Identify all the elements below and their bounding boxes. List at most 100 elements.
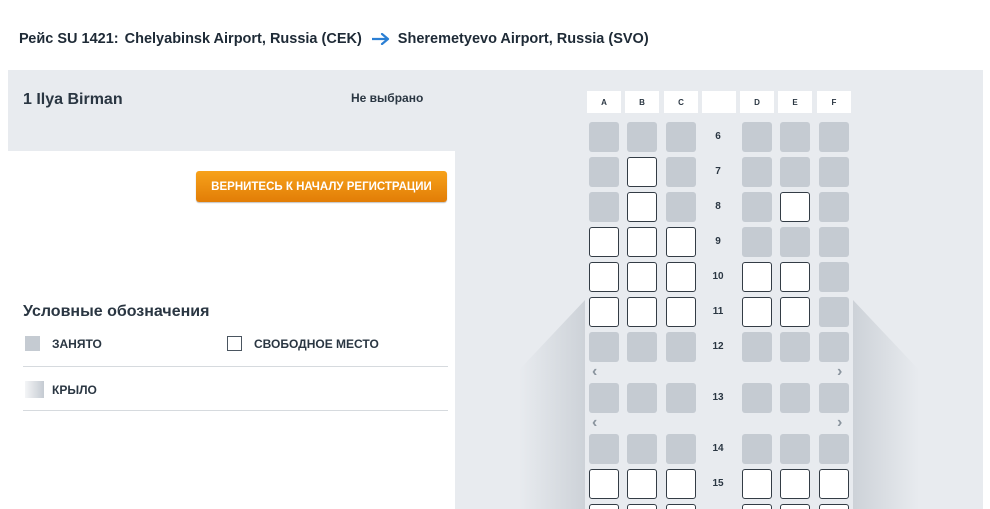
column-header-d: D	[740, 91, 774, 113]
column-header-c: C	[664, 91, 698, 113]
seat-11f	[819, 297, 849, 327]
seat-16b[interactable]	[627, 504, 657, 509]
seat-15d[interactable]	[742, 469, 772, 499]
seat-16d[interactable]	[742, 504, 772, 509]
seat-8e[interactable]	[780, 192, 810, 222]
seat-15f[interactable]	[819, 469, 849, 499]
row-number: 6	[715, 131, 721, 142]
passenger-card[interactable]	[8, 70, 455, 151]
seat-12e	[780, 332, 810, 362]
legend-title: Условные обозначения	[23, 303, 210, 320]
legend-occupied: ЗАНЯТО	[25, 336, 102, 351]
row-number: 9	[715, 236, 721, 247]
seat-13b	[627, 383, 657, 413]
flight-header: Рейс SU 1421: Chelyabinsk Airport, Russi…	[19, 29, 649, 49]
legend-divider	[23, 410, 448, 411]
seat-9c[interactable]	[666, 227, 696, 257]
seat-12f	[819, 332, 849, 362]
arrow-right-icon	[371, 33, 390, 45]
seat-16e[interactable]	[780, 504, 810, 509]
legend-free-label: СВОБОДНОЕ МЕСТО	[254, 336, 379, 351]
column-header-f: F	[817, 91, 851, 113]
wing-swatch-icon	[25, 381, 44, 398]
seat-7d	[742, 157, 772, 187]
seat-16c[interactable]	[666, 504, 696, 509]
seat-7a	[589, 157, 619, 187]
row-number: 13	[712, 392, 724, 403]
seat-11e[interactable]	[780, 297, 810, 327]
seat-13f	[819, 383, 849, 413]
seat-10f	[819, 262, 849, 292]
seat-7f	[819, 157, 849, 187]
seat-9d	[742, 227, 772, 257]
seat-15e[interactable]	[780, 469, 810, 499]
column-header-b: B	[625, 91, 659, 113]
seat-12b	[627, 332, 657, 362]
legend-wing: КРЫЛО	[25, 381, 97, 398]
seat-13a	[589, 383, 619, 413]
seat-10d[interactable]	[742, 262, 772, 292]
seat-10e[interactable]	[780, 262, 810, 292]
right-wing	[853, 300, 919, 509]
seat-8a	[589, 192, 619, 222]
seat-7b[interactable]	[627, 157, 657, 187]
exit-right-icon: ›	[837, 363, 843, 380]
flight-origin: Chelyabinsk Airport, Russia (CEK)	[124, 31, 362, 47]
seat-13d	[742, 383, 772, 413]
left-wing	[519, 300, 585, 509]
left-panel	[8, 151, 455, 509]
seat-6f	[819, 122, 849, 152]
seat-11b[interactable]	[627, 297, 657, 327]
seat-10c[interactable]	[666, 262, 696, 292]
seat-7e	[780, 157, 810, 187]
seat-14a	[589, 434, 619, 464]
occupied-swatch-icon	[25, 336, 40, 351]
seat-12d	[742, 332, 772, 362]
row-number: 7	[715, 166, 721, 177]
column-header-a: A	[587, 91, 621, 113]
seat-12c	[666, 332, 696, 362]
seat-10a[interactable]	[589, 262, 619, 292]
seat-13c	[666, 383, 696, 413]
seat-status: Не выбрано	[351, 91, 424, 105]
seat-14d	[742, 434, 772, 464]
row-number: 14	[712, 443, 724, 454]
exit-right-icon: ›	[837, 414, 843, 431]
seat-16a[interactable]	[589, 504, 619, 509]
return-to-checkin-button[interactable]: ВЕРНИТЕСЬ К НАЧАЛУ РЕГИСТРАЦИИ	[196, 171, 447, 202]
seat-15c[interactable]	[666, 469, 696, 499]
seat-6a	[589, 122, 619, 152]
row-number: 11	[712, 306, 724, 317]
seat-10b[interactable]	[627, 262, 657, 292]
seat-9f	[819, 227, 849, 257]
seat-6d	[742, 122, 772, 152]
row-number: 15	[712, 478, 724, 489]
row-number: 10	[712, 271, 724, 282]
seat-15b[interactable]	[627, 469, 657, 499]
seat-11c[interactable]	[666, 297, 696, 327]
seat-16f[interactable]	[819, 504, 849, 509]
seat-8b[interactable]	[627, 192, 657, 222]
seat-9b[interactable]	[627, 227, 657, 257]
seat-9e	[780, 227, 810, 257]
seat-6e	[780, 122, 810, 152]
seat-9a[interactable]	[589, 227, 619, 257]
seat-14e	[780, 434, 810, 464]
seat-11a[interactable]	[589, 297, 619, 327]
seat-13e	[780, 383, 810, 413]
legend-wing-label: КРЫЛО	[52, 382, 97, 397]
free-seat-swatch-icon	[227, 336, 242, 351]
seat-12a	[589, 332, 619, 362]
passenger-name: 1 Ilya Birman	[23, 91, 123, 108]
column-header-e: E	[778, 91, 812, 113]
seat-11d[interactable]	[742, 297, 772, 327]
legend-divider	[23, 366, 448, 367]
seat-14f	[819, 434, 849, 464]
seat-15a[interactable]	[589, 469, 619, 499]
flight-prefix: Рейс SU 1421:	[19, 31, 119, 47]
legend-free: СВОБОДНОЕ МЕСТО	[227, 336, 379, 351]
flight-destination: Sheremetyevo Airport, Russia (SVO)	[397, 31, 649, 47]
seat-8c	[666, 192, 696, 222]
row-number: 8	[715, 201, 721, 212]
legend-occupied-label: ЗАНЯТО	[52, 336, 102, 351]
